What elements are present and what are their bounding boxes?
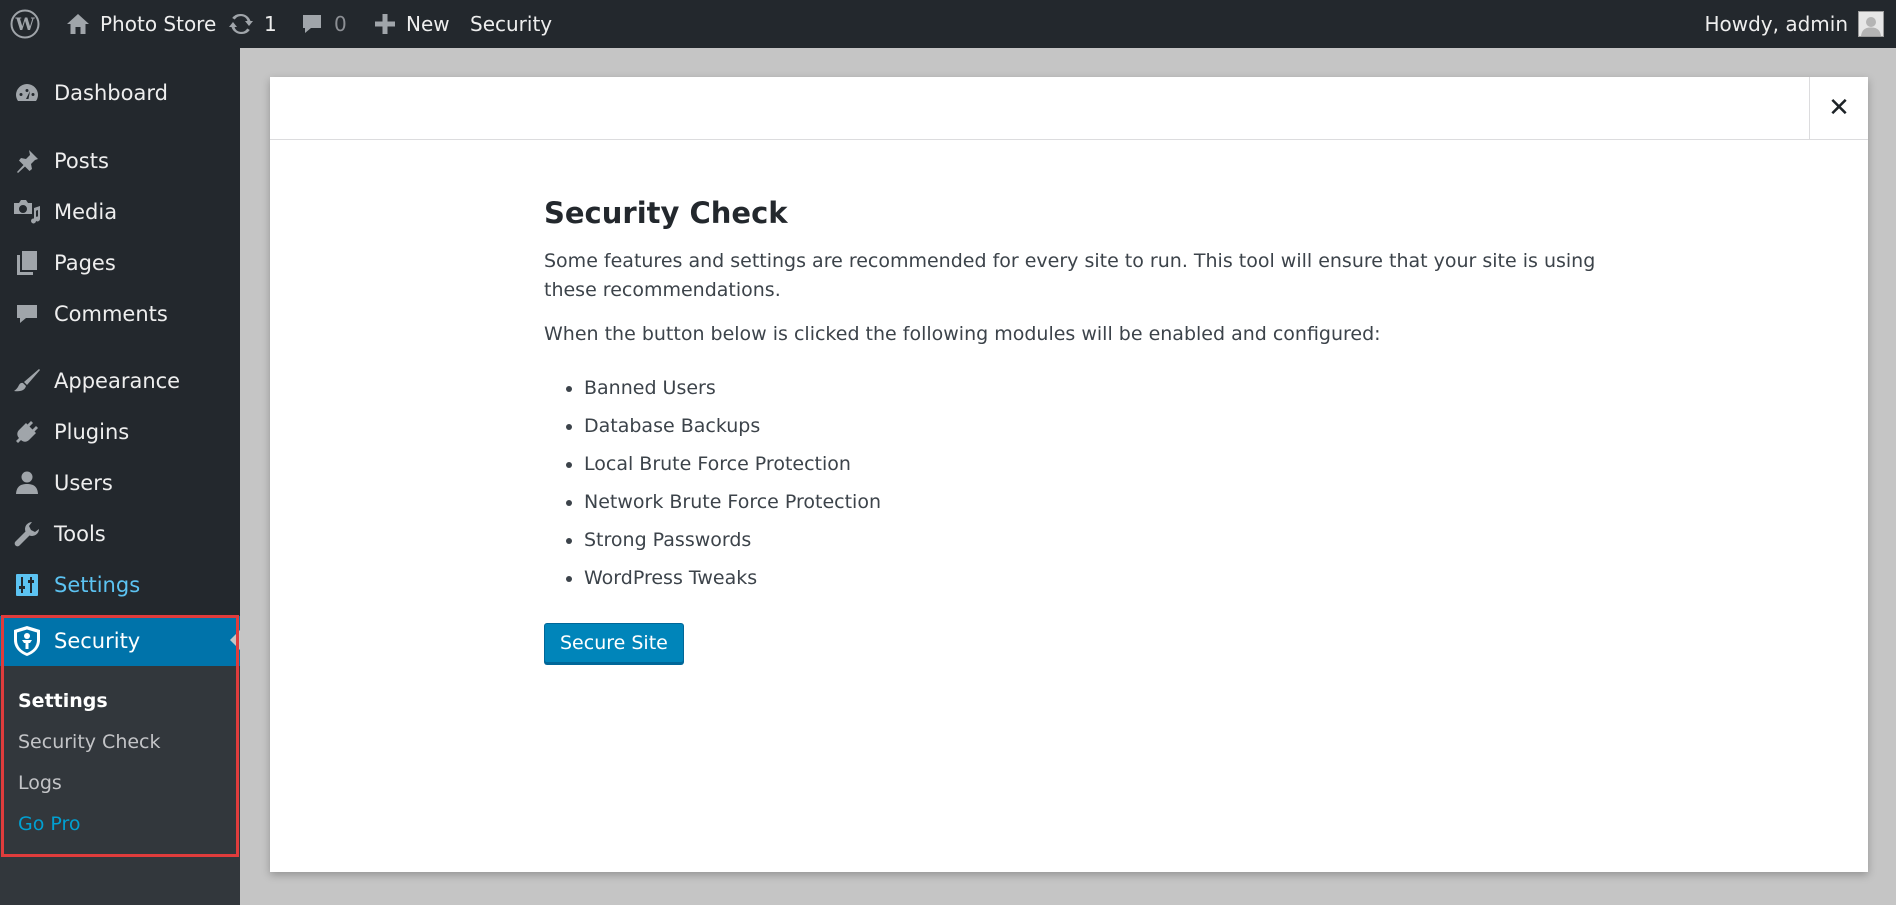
security-toolbar-link[interactable]: Security [470,0,552,48]
admin-sidebar: Dashboard Posts Media Pages Comments App… [0,48,240,905]
submenu-item-go-pro[interactable]: Go Pro [18,808,81,840]
account-greeting: Howdy, admin [1704,12,1848,36]
sidebar-item-label: Security [54,629,141,653]
list-item: Database Backups [584,407,1604,445]
paintbrush-icon [13,367,41,395]
sidebar-item-label: Settings [54,573,141,597]
modal-modules-intro: When the button below is clicked the fol… [544,323,1381,345]
submenu-item-logs[interactable]: Logs [18,767,62,799]
close-icon[interactable]: ✕ [1809,77,1868,139]
camera-music-icon [13,198,41,226]
sidebar-item-plugins[interactable]: Plugins [0,407,240,457]
module-list: Banned Users Database Backups Local Brut… [544,369,1604,597]
list-item: Local Brute Force Protection [584,445,1604,483]
security-check-modal: ✕ Security Check Some features and setti… [270,77,1868,872]
modal-header: ✕ [270,77,1868,140]
list-item: WordPress Tweaks [584,559,1604,597]
modal-title: Security Check [544,196,788,230]
comment-icon [13,300,41,328]
list-item: Strong Passwords [584,521,1604,559]
sidebar-item-dashboard[interactable]: Dashboard [0,68,240,118]
security-menu-group: Security Settings Security Check Logs Go… [0,616,240,905]
wordpress-logo-button[interactable]: W [10,0,40,48]
plug-icon [13,418,41,446]
secure-site-button[interactable]: Secure Site [544,623,684,663]
comments-count: 0 [334,12,347,36]
sidebar-item-comments[interactable]: Comments [0,289,240,339]
sidebar-item-users[interactable]: Users [0,458,240,508]
shield-icon [12,625,42,657]
comment-bubble-icon [303,15,321,33]
sidebar-item-label: Pages [54,251,116,275]
sidebar-item-appearance[interactable]: Appearance [0,356,240,406]
dashboard-gauge-icon [13,79,41,107]
my-account-link[interactable]: Howdy, admin [1704,0,1884,48]
plus-icon [375,14,395,34]
admin-bar: W Photo Store 1 0 New Security Howdy, ad… [0,0,1896,48]
sidebar-item-media[interactable]: Media [0,187,240,237]
home-icon [67,14,89,34]
user-icon [13,469,41,497]
submenu-item-settings[interactable]: Settings [18,685,108,717]
sidebar-item-label: Users [54,471,113,495]
list-item: Banned Users [584,369,1604,407]
sidebar-item-label: Appearance [54,369,181,393]
modal-intro-text: Some features and settings are recommend… [544,250,1596,301]
site-name-link[interactable]: Photo Store [66,0,216,48]
list-item: Network Brute Force Protection [584,483,1604,521]
refresh-icon [229,13,253,35]
sidebar-item-posts[interactable]: Posts [0,136,240,186]
comments-link[interactable]: 0 [300,0,347,48]
sidebar-item-security[interactable]: Security [0,616,240,666]
sidebar-item-label: Comments [54,302,168,326]
wrench-icon [13,520,41,548]
pages-icon [13,249,41,277]
user-avatar-icon [1858,11,1884,37]
submenu-item-security-check[interactable]: Security Check [18,726,161,758]
sliders-icon [13,571,41,599]
sidebar-item-label: Posts [54,149,109,173]
svg-text:W: W [14,15,35,35]
updates-link[interactable]: 1 [228,0,277,48]
new-label: New [406,12,450,36]
sidebar-item-label: Plugins [54,420,130,444]
sidebar-item-settings[interactable]: Settings [0,560,240,610]
sidebar-item-tools[interactable]: Tools [0,509,240,559]
sidebar-item-label: Media [54,200,118,224]
current-menu-arrow [230,630,240,650]
modal-body: Security Check Some features and setting… [544,195,1604,663]
sidebar-item-label: Tools [54,522,106,546]
updates-count: 1 [264,12,277,36]
sidebar-item-pages[interactable]: Pages [0,238,240,288]
wordpress-logo-icon: W [10,9,40,39]
security-toolbar-label: Security [470,12,553,36]
site-name: Photo Store [100,12,217,36]
sidebar-item-label: Dashboard [54,81,168,105]
new-content-link[interactable]: New [374,0,450,48]
pushpin-icon [13,147,41,175]
